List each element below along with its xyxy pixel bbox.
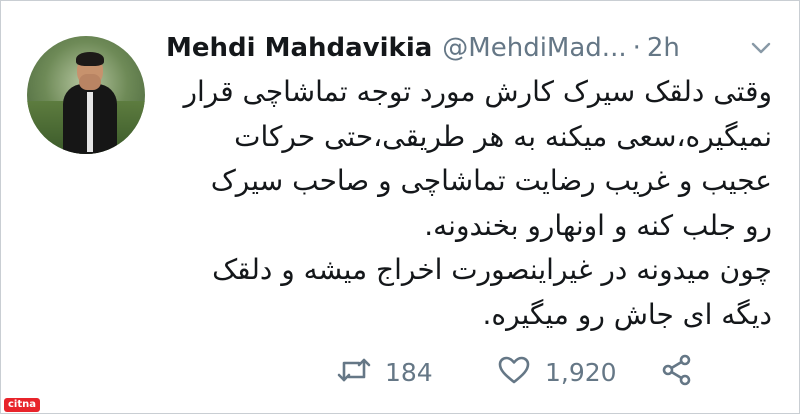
tweet-text-line: وقتی دلقک سیرک کارش مورد توجه تماشاچی قر… xyxy=(183,75,772,108)
tweet-text-line: نمیگیره،سعی میکنه به هر طریقی،حتی حرکات xyxy=(234,119,772,153)
tweet-text: وقتی دلقک سیرک کارش مورد توجه تماشاچی قر… xyxy=(172,70,772,337)
share-button[interactable] xyxy=(660,352,694,392)
tweet-actions: 184 1,920 xyxy=(0,352,800,392)
tweet-header: Mehdi Mahdavikia @MehdiMad... · 2h xyxy=(166,28,680,68)
avatar[interactable] xyxy=(27,36,145,154)
retweet-count: 184 xyxy=(385,357,433,387)
avatar-figure-hair xyxy=(76,52,104,66)
header-separator: · xyxy=(632,33,641,63)
share-icon[interactable] xyxy=(660,354,694,390)
tweet-text-line: عجیب و غریب رضایت تماشاچی و صاحب سیرک xyxy=(210,164,772,197)
author-name[interactable]: Mehdi Mahdavikia xyxy=(166,33,432,63)
like-button[interactable]: 1,920 xyxy=(497,352,617,392)
avatar-figure-stripe xyxy=(87,92,93,152)
watermark-logo: citna xyxy=(4,398,41,412)
tweet-text-line: چون میدونه در غیراینصورت اخراج میشه و دل… xyxy=(212,253,772,286)
heart-icon[interactable] xyxy=(497,355,531,389)
retweet-icon[interactable] xyxy=(337,356,371,388)
avatar-figure-hands xyxy=(79,74,101,90)
chevron-down-icon[interactable] xyxy=(750,37,772,59)
tweet-text-line: دیگه ای جاش رو میگیره. xyxy=(482,297,772,331)
like-count: 1,920 xyxy=(545,357,617,387)
author-handle[interactable]: @MehdiMad... xyxy=(442,33,626,63)
retweet-button[interactable]: 184 xyxy=(337,352,433,392)
tweet-timestamp[interactable]: 2h xyxy=(647,33,680,63)
tweet-text-line: رو جلب کنه و اونهارو بخندونه. xyxy=(424,208,772,242)
